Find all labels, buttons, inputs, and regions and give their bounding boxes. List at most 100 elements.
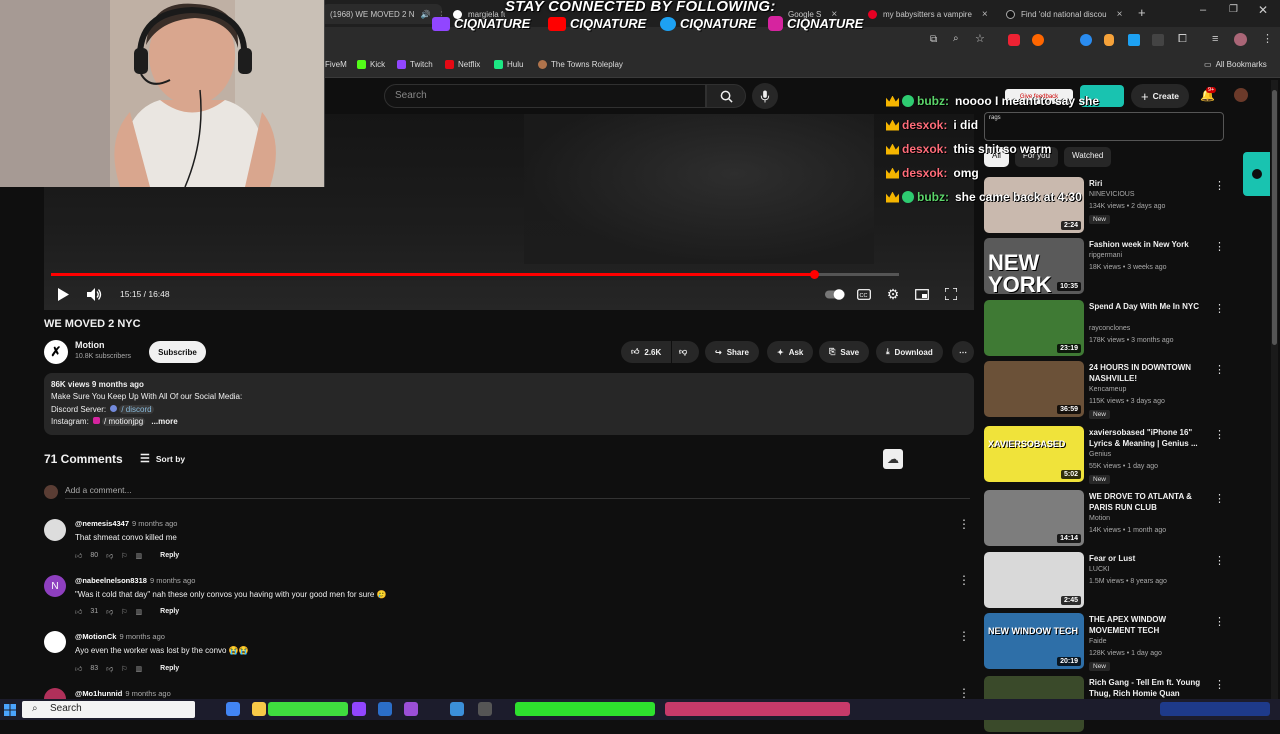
ask-button[interactable]: ✦ Ask (767, 341, 814, 363)
translate-icon[interactable]: ⚐ (121, 665, 127, 673)
comment-author[interactable]: @MotionCk (75, 632, 116, 641)
comment-author[interactable]: @nabeelnelson8318 (75, 576, 147, 585)
fullscreen-button[interactable] (942, 285, 960, 303)
taskbar-app-icon[interactable] (352, 702, 366, 716)
chip-watched[interactable]: Watched (1064, 147, 1112, 167)
close-tab-icon[interactable]: × (1117, 9, 1123, 20)
recommendation-channel[interactable]: LUCKI (1089, 566, 1110, 573)
search-button[interactable] (706, 84, 746, 108)
taskbar-search-input[interactable]: Search (22, 701, 195, 718)
voice-search-button[interactable] (752, 83, 778, 109)
stats-icon[interactable]: ▥ (136, 608, 143, 616)
zoom-icon[interactable]: ⌕ (953, 33, 959, 44)
browser-menu-icon[interactable]: ⋮ (1262, 32, 1273, 45)
extension-cloud-button[interactable]: ☁ (883, 449, 903, 469)
download-button[interactable]: ⤓ Download (876, 341, 943, 363)
recommendation-channel[interactable]: Faide (1089, 638, 1107, 645)
miniplayer-button[interactable] (913, 285, 931, 303)
volume-button[interactable] (85, 285, 103, 303)
dislike-button[interactable]: 👎︎ (672, 341, 699, 363)
new-tab-button[interactable]: + (1138, 5, 1146, 20)
reply-button[interactable]: Reply (160, 665, 179, 672)
recommendation-menu-icon[interactable]: ⋮ (1214, 240, 1225, 253)
extension-icon[interactable] (1152, 34, 1164, 46)
discord-link[interactable]: / discord (119, 404, 154, 414)
recommendation-card[interactable]: NEW WINDOW TECH 20:19 THE APEX WINDOW MOVE… (984, 613, 1225, 671)
recommendation-menu-icon[interactable]: ⋮ (1214, 428, 1225, 441)
recommendation-title[interactable]: Spend A Day With Me In NYC (1089, 301, 1201, 312)
maximize-button[interactable]: ❐ (1229, 4, 1238, 15)
recommendation-card[interactable]: 14:14 WE DROVE TO ATLANTA & PARIS RUN CLU… (984, 490, 1225, 548)
save-button[interactable]: ⎘ Save (819, 341, 870, 363)
reply-button[interactable]: Reply (160, 552, 179, 559)
commenter-avatar[interactable]: N (44, 575, 66, 597)
video-thumbnail[interactable]: 36:59 (984, 361, 1084, 417)
recommendation-title[interactable]: THE APEX WINDOW MOVEMENT TECH (1089, 614, 1201, 636)
recommendation-channel[interactable]: NINEVICIOUS (1089, 191, 1135, 198)
window-close-button[interactable]: ✕ (1258, 3, 1268, 17)
profile-avatar[interactable] (1234, 33, 1247, 46)
recommendation-menu-icon[interactable]: ⋮ (1214, 554, 1225, 567)
account-avatar[interactable] (1234, 88, 1248, 102)
extension-icon[interactable] (1080, 34, 1092, 46)
thumbs-down-icon[interactable]: 👎︎ (106, 607, 113, 616)
commenter-avatar[interactable] (44, 519, 66, 541)
comment-author[interactable]: @Mo1hunnid (75, 689, 122, 698)
instagram-link[interactable]: / motionjpg (102, 416, 146, 426)
create-button[interactable]: + Create (1131, 84, 1189, 108)
bookmark-fivem[interactable]: FiveM (325, 60, 347, 69)
share-button[interactable]: ↪ Share (705, 341, 759, 363)
chrome-taskbar-icon[interactable] (226, 702, 240, 716)
recommendation-card[interactable]: NEW YORK 10:35 Fashion week in New York rip… (984, 238, 1225, 296)
menu-icon[interactable]: ≡ (1212, 33, 1218, 45)
recommendation-menu-icon[interactable]: ⋮ (1214, 302, 1225, 315)
file-explorer-icon[interactable] (252, 702, 266, 716)
recommendation-title[interactable]: Rich Gang - Tell Em ft. Young Thug, Rich… (1089, 677, 1201, 699)
video-thumbnail[interactable]: XAVIERSOBASED 5:02 (984, 426, 1084, 482)
bookmark-star-icon[interactable]: ☆ (975, 32, 985, 45)
recommendation-menu-icon[interactable]: ⋮ (1214, 179, 1225, 192)
video-thumbnail[interactable]: 2:45 (984, 552, 1084, 608)
play-button[interactable] (54, 285, 72, 303)
comment-author[interactable]: @nemesis4347 (75, 519, 129, 528)
recommendation-channel[interactable]: ripgermani (1089, 252, 1122, 259)
comment-menu-icon[interactable]: ⋮ (958, 630, 970, 642)
extensions-puzzle-icon[interactable]: ⧠ (1178, 33, 1187, 46)
bookmark-hulu[interactable]: Hulu (494, 60, 523, 69)
captions-button[interactable]: CC (855, 285, 873, 303)
recommendation-title[interactable]: 24 HOURS IN DOWNTOWN NASHVILLE! (1089, 362, 1201, 384)
add-comment-input[interactable]: Add a comment... (65, 485, 970, 499)
stats-icon[interactable]: ▥ (136, 665, 143, 673)
extension-icon[interactable] (1104, 34, 1114, 46)
thumbs-up-icon[interactable]: 👍︎ (75, 664, 82, 673)
extension-icon[interactable] (1008, 34, 1020, 46)
subscribe-button[interactable]: Subscribe (149, 341, 206, 363)
recommendation-title[interactable]: Riri (1089, 178, 1201, 189)
settings-button[interactable]: ⚙ (884, 285, 902, 303)
recommendation-menu-icon[interactable]: ⋮ (1214, 615, 1225, 628)
search-input[interactable]: Search (384, 84, 706, 108)
thumbs-up-icon[interactable]: 👍︎ (75, 607, 82, 616)
bookmark-twitch[interactable]: Twitch (397, 60, 433, 69)
start-button[interactable] (4, 703, 16, 716)
thumbs-up-icon[interactable]: 👍︎ (75, 551, 82, 560)
bookmark-netflix[interactable]: Netflix (445, 60, 480, 69)
recommendation-title[interactable]: Fear or Lust (1089, 553, 1201, 564)
channel-avatar[interactable]: ✗ (44, 340, 68, 364)
video-thumbnail[interactable]: 23:19 (984, 300, 1084, 356)
taskbar-app-icon[interactable] (515, 702, 655, 716)
video-thumbnail[interactable]: NEW YORK 10:35 (984, 238, 1084, 294)
comment-menu-icon[interactable]: ⋮ (958, 518, 970, 530)
scrollbar-thumb[interactable] (1272, 90, 1277, 345)
video-thumbnail[interactable]: 14:14 (984, 490, 1084, 546)
close-tab-icon[interactable]: × (982, 9, 988, 20)
recommendation-card[interactable]: XAVIERSOBASED 5:02 xaviersobased "iPhone 1… (984, 426, 1225, 484)
extension-tags-panel[interactable]: rags (984, 112, 1224, 141)
taskbar-app-icon[interactable] (404, 702, 418, 716)
browser-tab[interactable]: my babysitters a vampire × (860, 4, 990, 24)
extension-icon[interactable] (1128, 34, 1140, 46)
stats-icon[interactable]: ▥ (136, 552, 143, 560)
extension-side-tab[interactable] (1243, 152, 1270, 196)
recommendation-card[interactable]: 36:59 24 HOURS IN DOWNTOWN NASHVILLE! Kenc… (984, 361, 1225, 419)
browser-tab[interactable]: Find 'old national discou × (998, 4, 1128, 24)
